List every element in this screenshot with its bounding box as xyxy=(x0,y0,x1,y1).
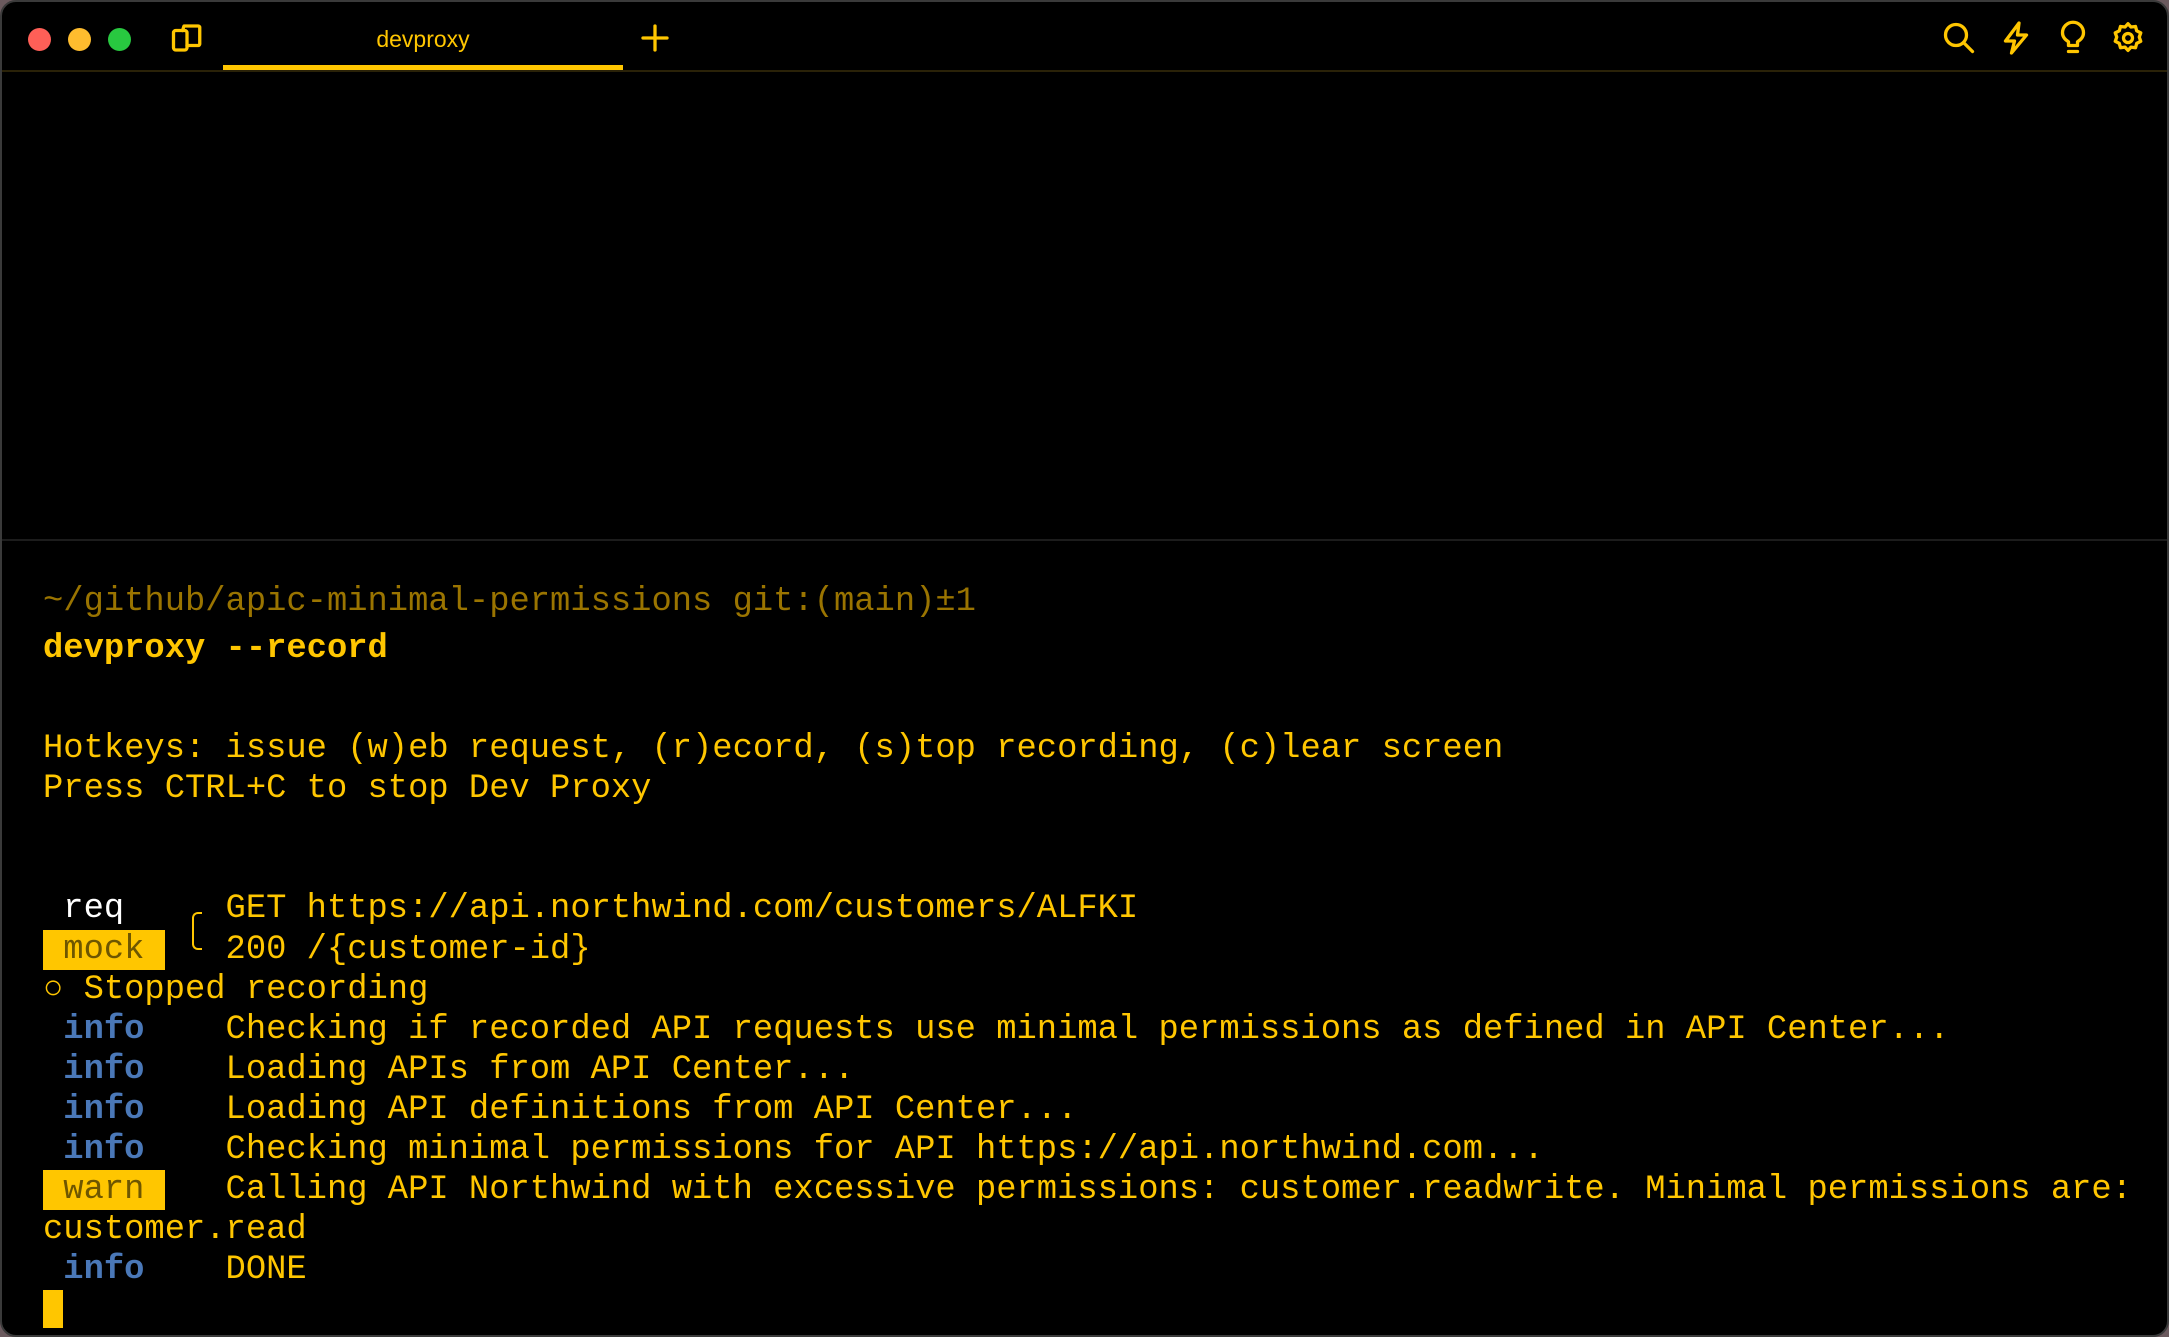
stopped-recording: ○ Stopped recording xyxy=(43,971,429,1009)
log-message: Checking if recorded API requests use mi… xyxy=(225,1011,1950,1049)
mock-label: mock xyxy=(63,931,145,969)
log-line: info Checking if recorded API requests u… xyxy=(43,1010,2143,1050)
done-label: info xyxy=(63,1251,145,1289)
hotkeys-text: Hotkeys: issue (w)eb request, (r)ecord, … xyxy=(43,730,1504,768)
mock-line: mock 200 /{customer-id} xyxy=(43,930,2043,970)
warn-message: Calling API Northwind with excessive per… xyxy=(225,1171,2132,1209)
log-line: info Checking minimal permissions for AP… xyxy=(43,1130,2143,1170)
req-label: req xyxy=(63,890,125,928)
cursor xyxy=(43,1290,63,1328)
mock-badge: mock xyxy=(43,930,165,970)
req-line: req GET https://api.northwind.com/custom… xyxy=(43,889,2043,929)
log-line: info Loading API definitions from API Ce… xyxy=(43,1090,2143,1130)
warn-wrap: customer.read xyxy=(43,1211,307,1249)
command-line: devproxy --record xyxy=(43,630,388,668)
log-message: Loading APIs from API Center... xyxy=(225,1051,855,1089)
log-message: Loading API definitions from API Center.… xyxy=(225,1091,1078,1129)
log-label: info xyxy=(63,1051,145,1089)
log-label: info xyxy=(63,1011,145,1049)
terminal-output[interactable]: ~/github/apic-minimal-permissions git:(m… xyxy=(2,2,2167,1335)
warn-badge: warn xyxy=(43,1170,165,1210)
mock-message: 200 /{customer-id} xyxy=(225,931,591,969)
req-message: GET https://api.northwind.com/customers/… xyxy=(225,890,1139,928)
log-message: Checking minimal permissions for API htt… xyxy=(225,1131,1544,1169)
done-line: info DONE xyxy=(43,1250,1043,1290)
prompt-path: ~/github/apic-minimal-permissions git:(m… xyxy=(43,583,976,621)
log-line: info Loading APIs from API Center... xyxy=(43,1050,2143,1090)
log-label: info xyxy=(63,1091,145,1129)
log-label: info xyxy=(63,1131,145,1169)
done-message: DONE xyxy=(225,1251,307,1289)
press-ctrl-c-text: Press CTRL+C to stop Dev Proxy xyxy=(43,770,652,808)
terminal-window: devproxy ~/github/apic-minimal-permissio… xyxy=(0,0,2169,1337)
warn-label: warn xyxy=(63,1171,145,1209)
warn-line: warn Calling API Northwind with excessiv… xyxy=(43,1170,2163,1210)
